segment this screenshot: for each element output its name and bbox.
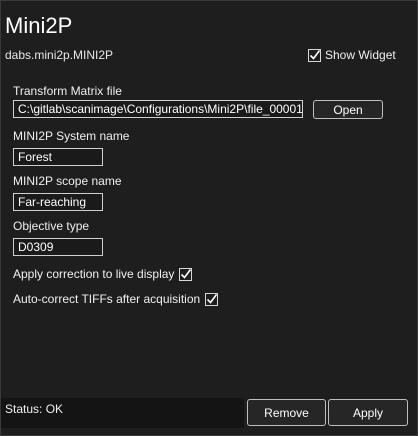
system-name-label: MINI2P System name [13, 129, 130, 143]
checkmark-icon [207, 293, 218, 304]
mini2p-window: Mini2P dabs.mini2p.MINI2P Show Widget Tr… [0, 0, 418, 436]
checkmark-icon [181, 268, 192, 279]
apply-correction-option[interactable]: Apply correction to live display [13, 267, 193, 281]
apply-correction-label: Apply correction to live display [13, 267, 175, 281]
apply-button[interactable]: Apply [328, 399, 408, 426]
transform-matrix-field[interactable]: C:\gitlab\scanimage\Configurations\Mini2… [13, 100, 303, 118]
show-widget-label: Show Widget [325, 48, 396, 62]
objective-type-label: Objective type [13, 219, 90, 233]
scope-name-field[interactable]: Far-reaching [13, 193, 103, 211]
system-name-field[interactable]: Forest [13, 148, 103, 166]
checkmark-icon [309, 49, 321, 60]
window-title: Mini2P [5, 13, 73, 38]
scope-name-label: MINI2P scope name [13, 174, 122, 188]
auto-correct-option[interactable]: Auto-correct TIFFs after acquisition [13, 292, 219, 306]
transform-matrix-label: Transform Matrix file [13, 84, 122, 98]
auto-correct-label: Auto-correct TIFFs after acquisition [13, 292, 201, 306]
objective-type-field[interactable]: D0309 [13, 238, 103, 256]
open-button[interactable]: Open [313, 100, 383, 119]
auto-correct-checkbox[interactable] [205, 292, 219, 306]
device-path-label: dabs.mini2p.MINI2P [5, 48, 114, 62]
status-text: Status: OK [5, 402, 64, 416]
show-widget-toggle[interactable]: Show Widget [308, 48, 396, 62]
remove-button[interactable]: Remove [247, 399, 326, 426]
apply-correction-checkbox[interactable] [179, 267, 193, 281]
show-widget-checkbox[interactable] [308, 48, 321, 62]
